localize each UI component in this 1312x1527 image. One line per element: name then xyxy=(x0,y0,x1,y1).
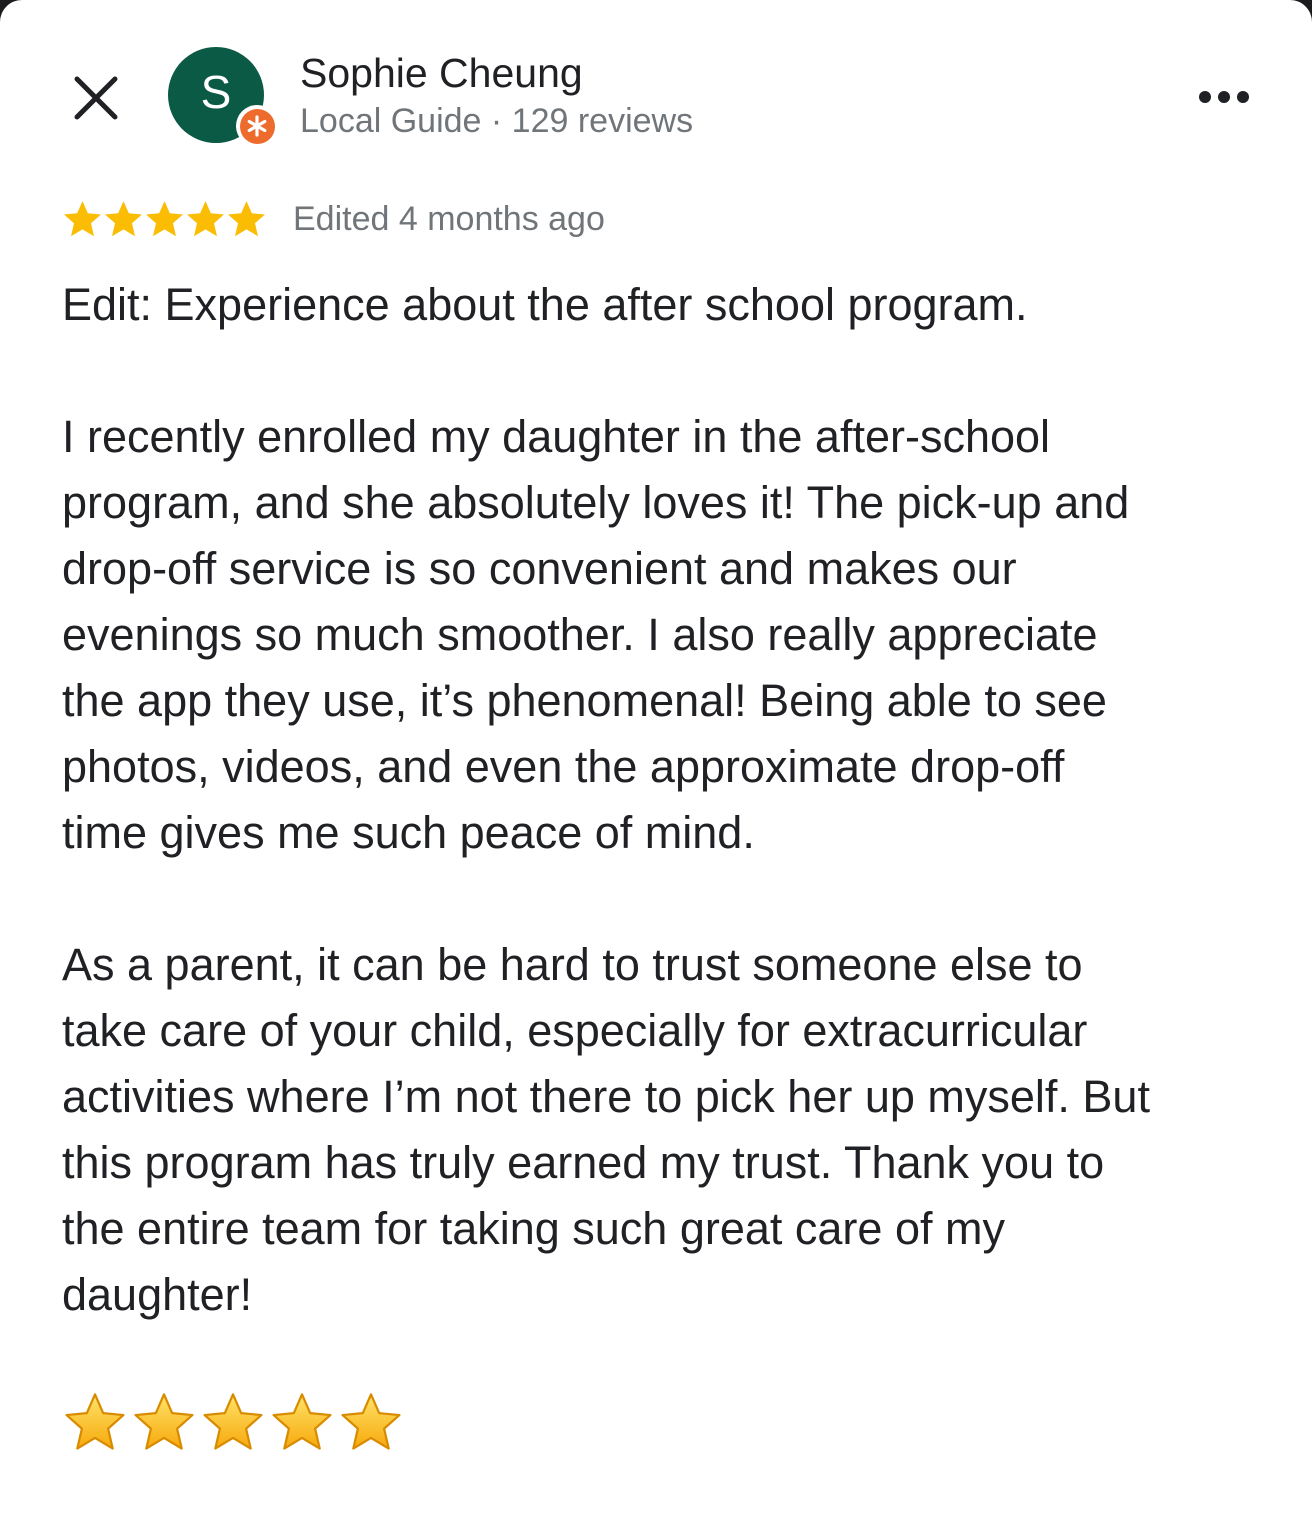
more-options-button[interactable] xyxy=(1188,70,1260,124)
star-emoji-icon xyxy=(272,1393,332,1450)
star-emoji-icon xyxy=(65,1393,125,1450)
review-sheet: S Sophie Cheung Local Guide · 129 review… xyxy=(0,0,1312,1527)
rating-star-icon xyxy=(187,201,224,237)
author-meta: Local Guide · 129 reviews xyxy=(300,102,694,140)
review-paragraph: As a parent, it can be hard to trust som… xyxy=(62,939,1150,1320)
review-date: Edited 4 months ago xyxy=(293,199,605,238)
emoji-stars xyxy=(62,1392,407,1452)
close-icon xyxy=(74,76,118,120)
star-emoji-icon xyxy=(134,1393,194,1450)
local-guide-badge xyxy=(236,105,278,147)
close-button[interactable] xyxy=(66,68,126,128)
star-emoji-icon xyxy=(203,1393,263,1450)
rating-star-icon xyxy=(64,201,101,237)
local-guide-star-icon xyxy=(247,115,267,137)
review-paragraph: Edit: Experience about the after school … xyxy=(62,279,1028,330)
avatar-initial: S xyxy=(200,66,232,118)
author-name[interactable]: Sophie Cheung xyxy=(300,50,583,97)
rating-star-icon xyxy=(105,201,142,237)
rating-row: Edited 4 months ago xyxy=(62,196,605,242)
review-text: Edit: Experience about the after school … xyxy=(62,272,1262,1328)
more-horizontal-icon xyxy=(1199,91,1249,103)
star-rating xyxy=(62,199,267,239)
review-paragraph: I recently enrolled my daughter in the a… xyxy=(62,411,1130,858)
star-emoji-icon xyxy=(341,1393,401,1450)
rating-star-icon xyxy=(228,201,265,237)
rating-star-icon xyxy=(146,201,183,237)
